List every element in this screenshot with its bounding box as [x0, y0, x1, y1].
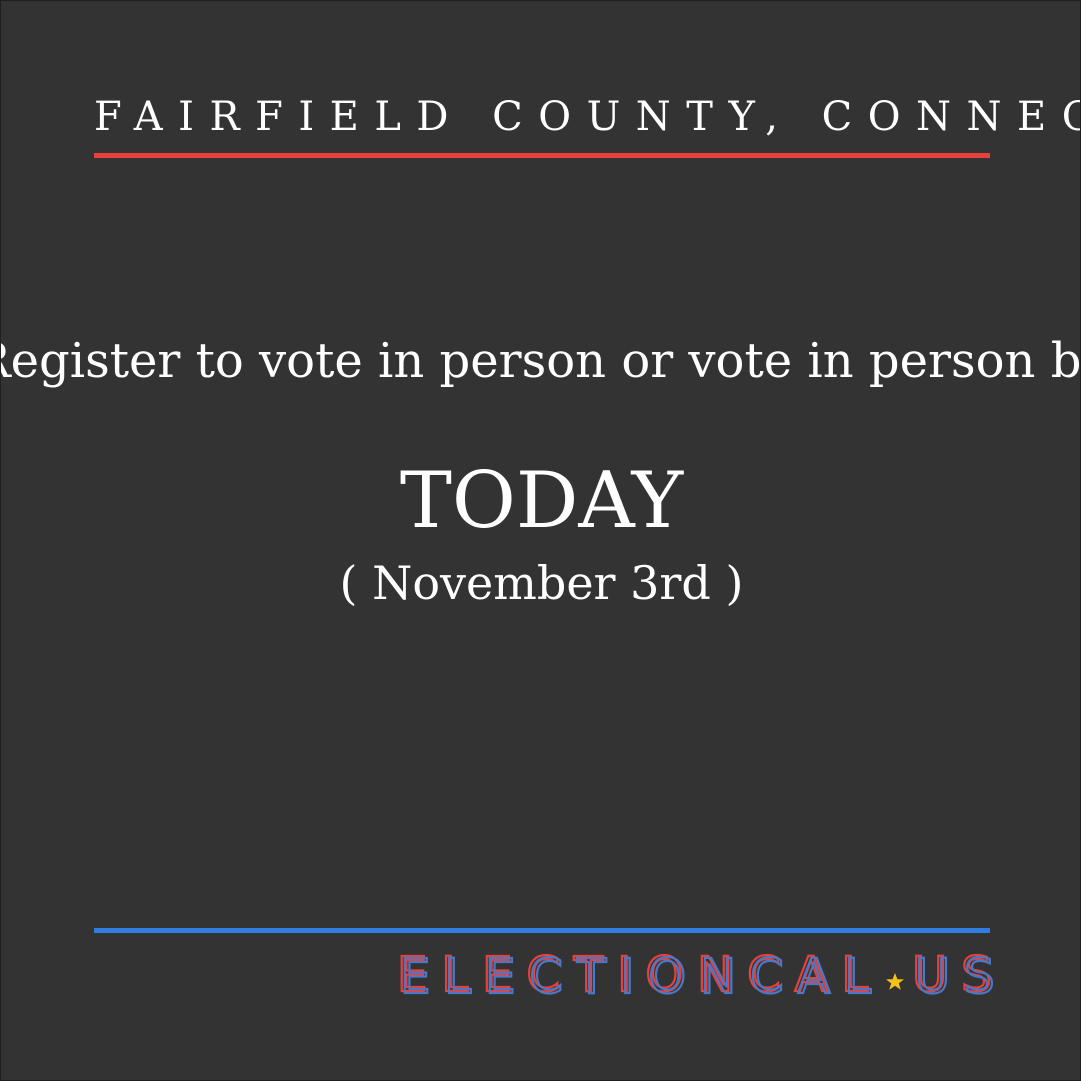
election-card: FAIRFIELD COUNTY, CONNECTICUT Register t… [0, 0, 1081, 1081]
deadline-date: ( November 3rd ) [339, 556, 744, 610]
top-red-divider [94, 153, 990, 158]
registration-message-wrapper: Register to vote in person or vote in pe… [1, 329, 1081, 393]
brand-logo-graphic: .line-letter { font-family: "DejaVu Sans… [396, 949, 995, 999]
deadline-headline: TODAY [399, 456, 684, 546]
brand-tld-blue-outline: US [915, 949, 995, 999]
star-icon [886, 973, 904, 990]
bottom-blue-divider [94, 928, 990, 933]
brand-name-blue-outline: ELECTIONCAL [400, 949, 885, 999]
registration-message: Register to vote in person or vote in pe… [1, 333, 1081, 389]
brand-logo: .line-letter { font-family: "DejaVu Sans… [395, 949, 995, 999]
county-heading: FAIRFIELD COUNTY, CONNECTICUT [94, 94, 1080, 140]
